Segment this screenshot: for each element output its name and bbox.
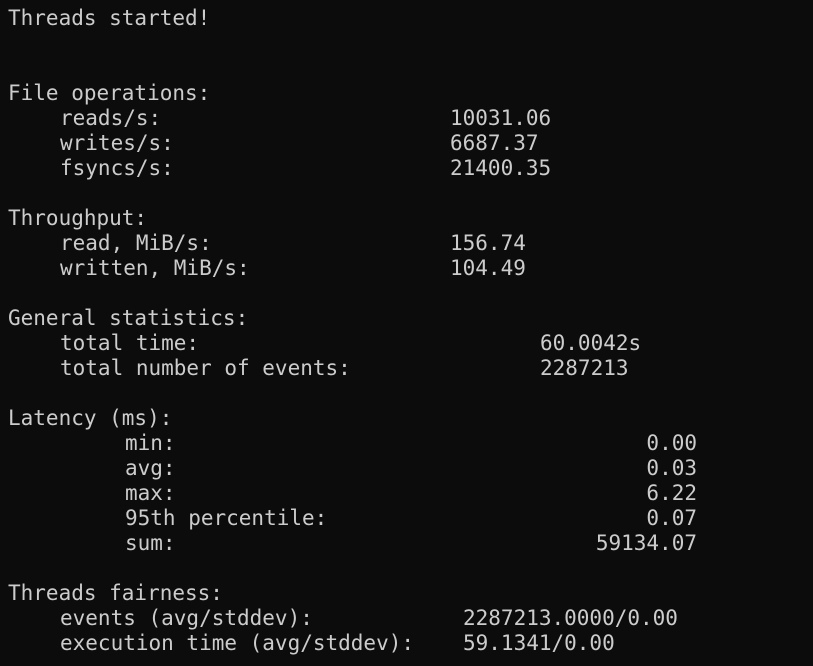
- terminal-output[interactable]: Threads started! File operations: reads/…: [0, 0, 813, 666]
- general-total-time-label: total time:: [60, 331, 200, 355]
- fairness-exec-time-value: 59.1341/0.00: [463, 631, 615, 655]
- fairness-events-label: events (avg/stddev):: [60, 606, 313, 630]
- general-total-events-label: total number of events:: [60, 356, 351, 380]
- latency-min-label: min:: [125, 431, 176, 455]
- latency-min-value: 0.00: [646, 431, 697, 455]
- file-ops-fsyncs-value: 21400.35: [450, 156, 552, 180]
- fairness-events-value: 2287213.0000/0.00: [463, 606, 678, 630]
- file-operations-header: File operations:: [8, 81, 211, 105]
- latency-sum-label: sum:: [125, 531, 176, 555]
- latency-max-label: max:: [125, 481, 176, 505]
- general-total-time-value: 60.0042s: [540, 331, 642, 355]
- latency-avg-label: avg:: [125, 456, 176, 480]
- threads-started-text: Threads started!: [8, 6, 211, 30]
- latency-max-value: 6.22: [646, 481, 697, 505]
- throughput-read-label: read, MiB/s:: [60, 231, 212, 255]
- throughput-read-value: 156.74: [450, 231, 526, 255]
- file-ops-writes-value: 6687.37: [450, 131, 539, 155]
- general-statistics-header: General statistics:: [8, 306, 249, 330]
- throughput-written-value: 104.49: [450, 256, 526, 280]
- throughput-written-label: written, MiB/s:: [60, 256, 250, 280]
- latency-95th-label: 95th percentile:: [125, 506, 328, 530]
- throughput-header: Throughput:: [8, 206, 148, 230]
- threads-fairness-header: Threads fairness:: [8, 581, 223, 605]
- file-ops-reads-value: 10031.06: [450, 106, 552, 130]
- latency-sum-value: 59134.07: [595, 531, 697, 555]
- latency-95th-value: 0.07: [646, 506, 697, 530]
- file-ops-reads-label: reads/s:: [60, 106, 162, 130]
- file-ops-writes-label: writes/s:: [60, 131, 174, 155]
- general-total-events-value: 2287213: [540, 356, 629, 380]
- file-ops-fsyncs-label: fsyncs/s:: [60, 156, 174, 180]
- latency-avg-value: 0.03: [646, 456, 697, 480]
- fairness-exec-time-label: execution time (avg/stddev):: [60, 631, 415, 655]
- latency-header: Latency (ms):: [8, 406, 173, 430]
